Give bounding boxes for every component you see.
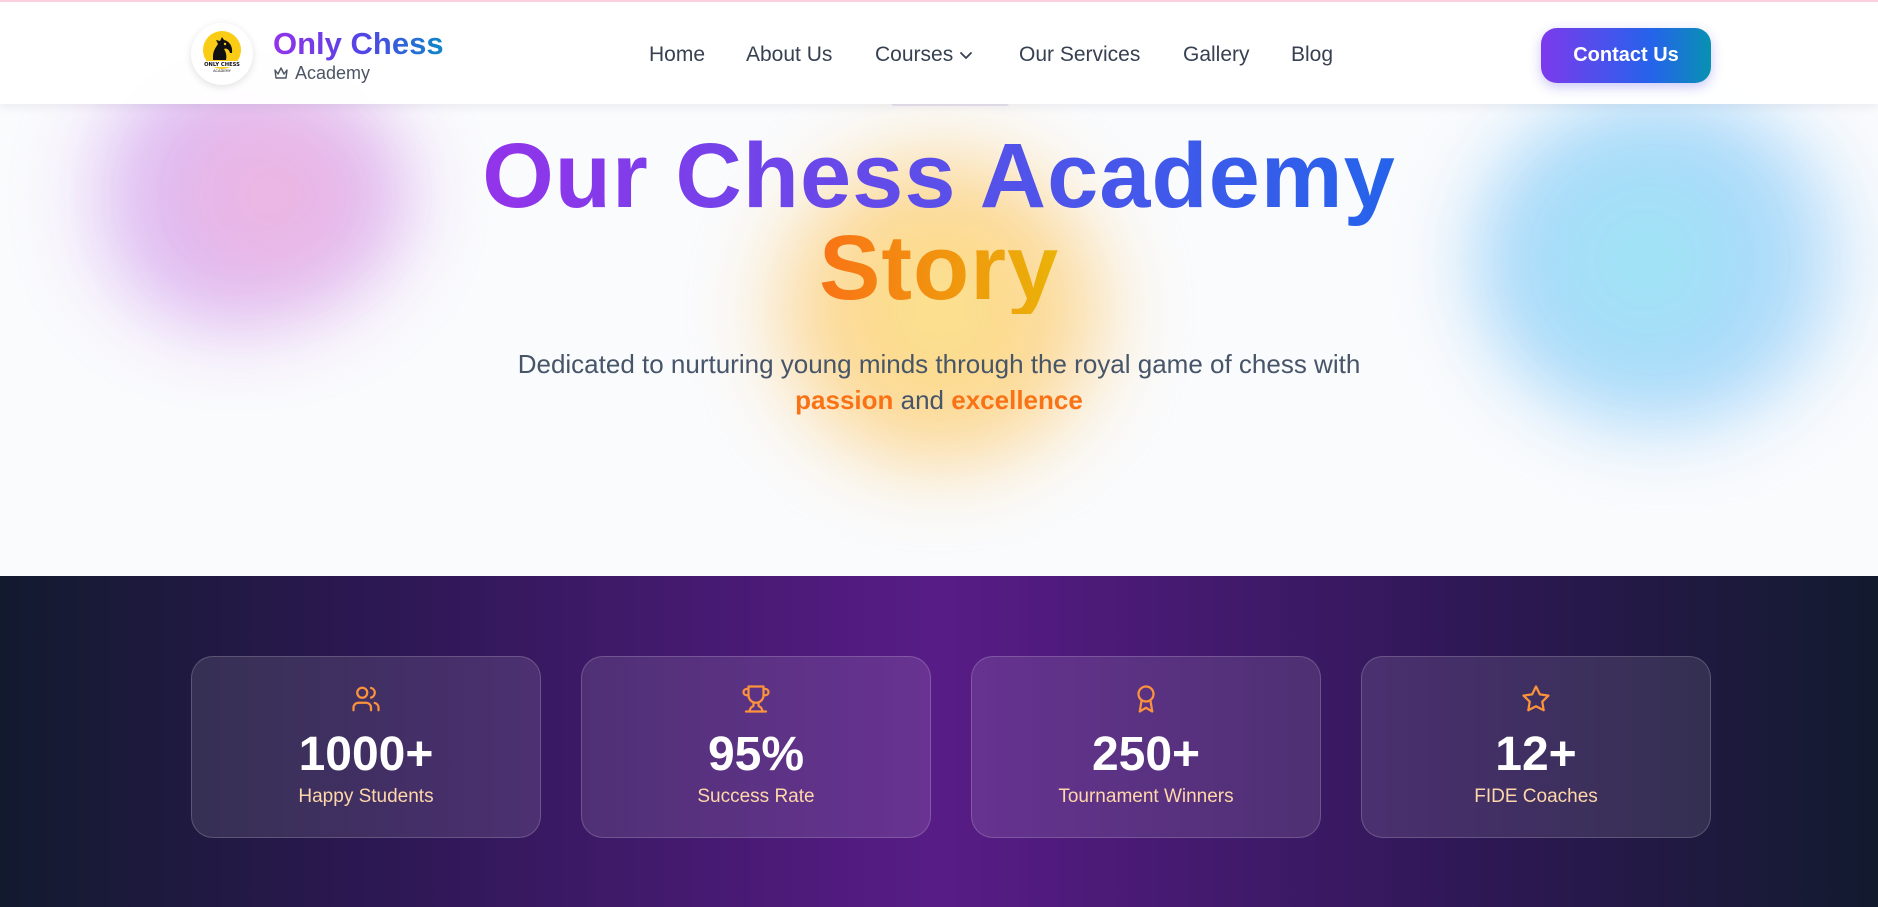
logo[interactable]: ONLY CHESS ACADEMY bbox=[191, 23, 253, 85]
stat-label: Happy Students bbox=[298, 786, 434, 807]
nav-blog[interactable]: Blog bbox=[1291, 42, 1333, 68]
stat-value: 12+ bbox=[1495, 728, 1577, 781]
chess-knight-logo-icon: ONLY CHESS ACADEMY bbox=[194, 26, 250, 82]
contact-us-button[interactable]: Contact Us bbox=[1541, 28, 1711, 83]
navbar: ONLY CHESS ACADEMY Only Chess Academy Ho… bbox=[0, 2, 1878, 104]
chevron-down-icon bbox=[960, 52, 973, 59]
highlight-passion: passion bbox=[795, 385, 894, 415]
hero-title-line1: Our Chess Academy bbox=[482, 125, 1396, 227]
hero-subtitle-text: Dedicated to nurturing young minds throu… bbox=[517, 349, 1361, 379]
stat-card-fide-coaches: 12+ FIDE Coaches bbox=[1361, 656, 1711, 838]
stat-card-tournament-winners: 250+ Tournament Winners bbox=[971, 656, 1321, 838]
stat-card-students: 1000+ Happy Students bbox=[191, 656, 541, 838]
trophy-icon bbox=[742, 685, 770, 713]
nav-home[interactable]: Home bbox=[649, 42, 705, 68]
stat-label: Success Rate bbox=[697, 786, 815, 807]
stat-value: 1000+ bbox=[298, 728, 434, 781]
hero-title: Our Chess Academy Story bbox=[0, 130, 1878, 314]
star-icon bbox=[1522, 685, 1550, 712]
nav-courses-label: Courses bbox=[875, 43, 954, 66]
crown-icon bbox=[274, 67, 288, 79]
stats-section: 1000+ Happy Students 95% Success Rate 25… bbox=[0, 576, 1878, 907]
hero-title-line2: Story bbox=[819, 217, 1060, 319]
nav-courses[interactable]: Courses bbox=[875, 42, 973, 68]
brand-subtitle: Academy bbox=[273, 62, 370, 84]
stat-card-success-rate: 95% Success Rate bbox=[581, 656, 931, 838]
stat-label: FIDE Coaches bbox=[1474, 786, 1598, 807]
stat-value: 250+ bbox=[1091, 728, 1201, 781]
nav-about-us[interactable]: About Us bbox=[746, 42, 832, 68]
brand-subtitle-text: Academy bbox=[295, 63, 371, 83]
nav-gallery[interactable]: Gallery bbox=[1183, 42, 1250, 68]
logo-subtext: ACADEMY bbox=[213, 69, 232, 73]
logo-text: ONLY CHESS bbox=[204, 62, 240, 68]
hero-connector: and bbox=[900, 385, 945, 415]
highlight-excellence: excellence bbox=[951, 385, 1083, 415]
nav-our-services[interactable]: Our Services bbox=[1019, 42, 1140, 68]
stat-label: Tournament Winners bbox=[1058, 786, 1234, 807]
users-icon bbox=[352, 686, 380, 712]
brand-name[interactable]: Only Chess bbox=[273, 24, 444, 64]
award-icon bbox=[1137, 685, 1155, 713]
stat-value: 95% bbox=[707, 728, 805, 781]
top-accent-line bbox=[0, 0, 1878, 2]
hero-subtitle: Dedicated to nurturing young minds throu… bbox=[0, 346, 1878, 418]
